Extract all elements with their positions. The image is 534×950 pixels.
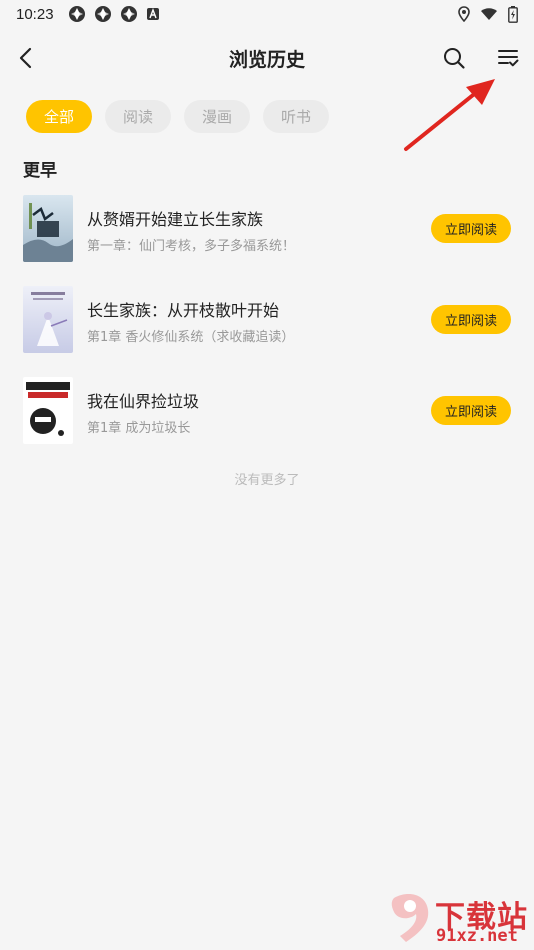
read-now-button[interactable]: 立即阅读 [431, 396, 511, 425]
read-now-button[interactable]: 立即阅读 [431, 214, 511, 243]
page-title: 浏览历史 [228, 48, 305, 71]
wifi-icon [481, 8, 497, 20]
status-icons-right [458, 5, 518, 23]
book-title[interactable]: 我在仙界捡垃圾 [87, 388, 199, 412]
tab-all[interactable]: 全部 [26, 100, 93, 133]
a-icon [146, 8, 159, 20]
list-item[interactable]: 我在仙界捡垃圾 第1章 成为垃圾长 立即阅读 [0, 374, 534, 465]
book-chapter: 第1章 成为垃圾长 [87, 421, 191, 436]
annotation-arrow [404, 79, 495, 151]
manage-button[interactable] [492, 42, 524, 74]
book-cover[interactable] [23, 377, 73, 444]
search-icon [444, 48, 465, 69]
app-icon [68, 6, 85, 22]
book-title[interactable]: 长生家族：从开枝散叶开始 [87, 297, 279, 321]
book-chapter: 第1章 香火修仙系统（求收藏追读） [87, 330, 295, 345]
battery-icon [508, 5, 518, 23]
no-more-text: 没有更多了 [234, 473, 300, 488]
status-icons-left [68, 5, 160, 23]
book-chapter: 第一章：仙门考核，多子多福系统！ [87, 239, 296, 254]
filter-tabs: 全部 阅读 漫画 听书 [26, 100, 330, 133]
app-icon [94, 6, 111, 22]
book-cover[interactable] [23, 286, 73, 353]
list-check-icon [498, 50, 519, 67]
tab-comics[interactable]: 漫画 [184, 100, 251, 133]
app-icon [120, 6, 137, 22]
book-title[interactable]: 从赘婿开始建立长生家族 [87, 206, 263, 230]
list-item[interactable]: 长生家族：从开枝散叶开始 第1章 香火修仙系统（求收藏追读） 立即阅读 [0, 283, 534, 374]
history-list: 从赘婿开始建立长生家族 第一章：仙门考核，多子多福系统！ 立即阅读 长生家族：从… [0, 192, 534, 465]
watermark-url: 91xz.net [436, 926, 518, 946]
book-cover[interactable] [23, 195, 73, 262]
section-title-earlier: 更早 [23, 161, 57, 181]
list-item[interactable]: 从赘婿开始建立长生家族 第一章：仙门考核，多子多福系统！ 立即阅读 [0, 192, 534, 283]
back-button[interactable] [10, 42, 42, 74]
read-now-button[interactable]: 立即阅读 [431, 305, 511, 334]
tab-audiobooks[interactable]: 听书 [263, 100, 330, 133]
search-button[interactable] [438, 42, 470, 74]
status-bar: 10:23 [0, 0, 534, 28]
chevron-left-icon [19, 47, 32, 69]
tab-reading[interactable]: 阅读 [105, 100, 172, 133]
status-time: 10:23 [16, 5, 54, 23]
location-icon [458, 6, 470, 22]
